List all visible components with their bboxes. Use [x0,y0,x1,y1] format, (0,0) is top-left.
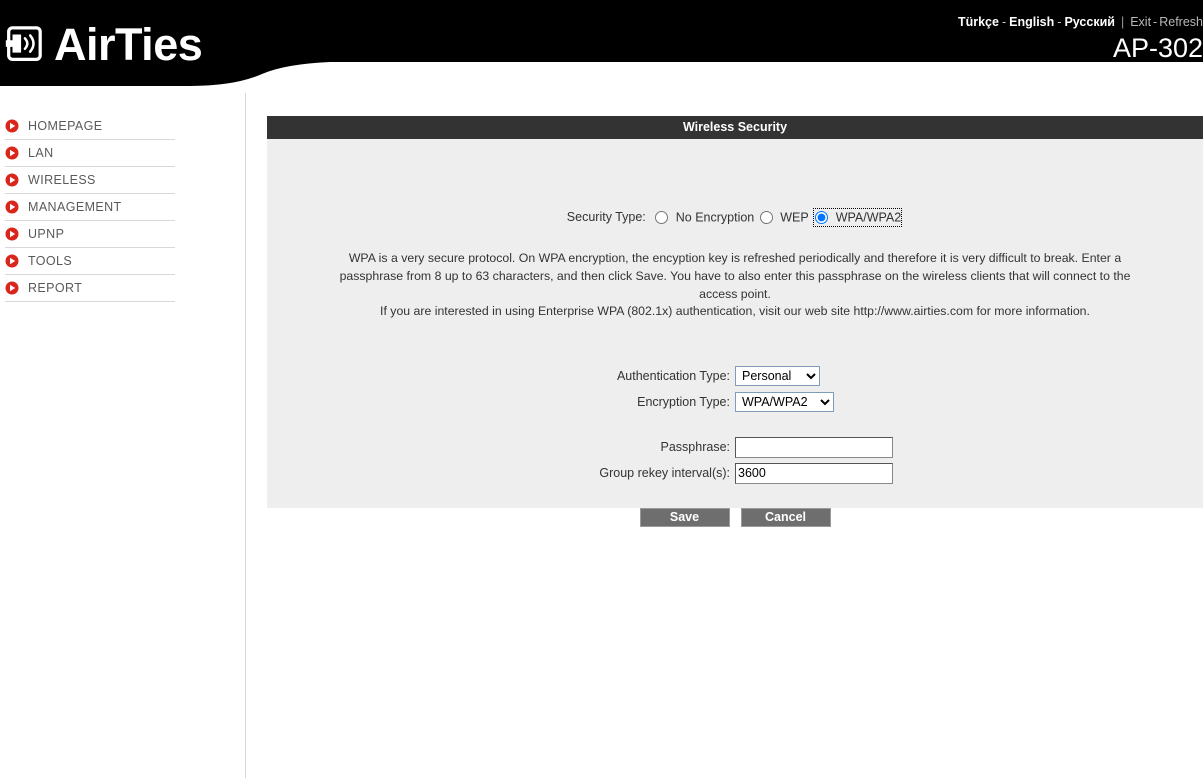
radio-label-wpa-wpa2: WPA/WPA2 [835,210,902,225]
sidebar-item-label: HOMEPAGE [28,119,103,133]
play-circle-icon [5,146,19,160]
wireless-security-panel: Wireless Security Security Type: No Encr… [267,116,1203,527]
security-type-radio-group: No Encryption WEP WPA/WPA2 [655,208,903,227]
brand-name: AirTies [54,19,203,70]
play-circle-icon [5,119,19,133]
device-model-name: AP-302 [1112,33,1203,63]
save-button[interactable]: Save [639,508,730,527]
bar-separator: | [1120,15,1125,29]
cancel-button[interactable]: Cancel [740,508,831,527]
brand-logo[interactable]: AirTies [2,19,203,70]
form-row-passphrase: Passphrase: [267,434,1203,460]
play-circle-icon [5,254,19,268]
language-link-russian[interactable]: Русский [1064,15,1115,29]
play-circle-icon [5,173,19,187]
form-row-group-rekey: Group rekey interval(s): [267,460,1203,486]
wireless-signal-icon [5,25,42,61]
site-header: AirTies Türkçe - English - Русский | Exit - Refr… [0,0,1203,88]
auth-type-select[interactable]: Personal [735,366,820,386]
sidebar-item-report[interactable]: REPORT [5,275,175,302]
form-row-encryption-type: Encryption Type: WPA/WPA2 [267,389,1203,415]
sidebar-divider [245,93,246,778]
sidebar-item-label: LAN [28,146,54,160]
radio-label-wep: WEP [780,210,809,225]
radio-wep[interactable]: WEP [759,210,809,225]
play-circle-icon [5,227,19,241]
sidebar-item-label: WIRELESS [28,173,96,187]
security-type-row: Security Type: No Encryption WEP WPA/WPA… [267,208,1203,227]
form-action-buttons: Save Cancel [267,508,1203,527]
radio-input-no-encryption[interactable] [655,211,669,225]
lang-separator-1: - [1001,15,1007,29]
main-navigation-sidebar: HOMEPAGE LAN WIRELESS MANAGEMENT UPNP TO… [0,113,245,302]
form-row-auth-type: Authentication Type: Personal [267,363,1203,389]
sidebar-item-upnp[interactable]: UPNP [5,221,175,248]
exit-link[interactable]: Exit [1130,15,1151,29]
radio-label-no-encryption: No Encryption [675,210,755,225]
sidebar-item-homepage[interactable]: HOMEPAGE [5,113,175,140]
language-link-english[interactable]: English [1009,15,1054,29]
sidebar-item-label: REPORT [28,281,83,295]
passphrase-label: Passphrase: [660,440,730,454]
sidebar-item-lan[interactable]: LAN [5,140,175,167]
language-link-turkce[interactable]: Türkçe [958,15,999,29]
radio-input-wpa-wpa2[interactable] [815,211,829,225]
sidebar-item-tools[interactable]: TOOLS [5,248,175,275]
language-and-utility-bar: Türkçe - English - Русский | Exit - Refresh [958,15,1203,29]
radio-no-encryption[interactable]: No Encryption [655,210,754,225]
radio-input-wep[interactable] [759,211,773,225]
info-paragraph-secondary: If you are interested in using Enterpris… [380,304,1090,318]
encryption-type-label: Encryption Type: [637,395,730,409]
passphrase-input[interactable] [735,436,893,458]
radio-wpa-wpa2[interactable]: WPA/WPA2 [813,208,903,227]
panel-body: Security Type: No Encryption WEP WPA/WPA… [267,139,1203,527]
encryption-type-select[interactable]: WPA/WPA2 [735,392,834,412]
group-rekey-input[interactable] [735,462,893,484]
info-paragraph-primary: WPA is a very secure protocol. On WPA en… [339,251,1131,301]
refresh-link[interactable]: Refresh [1159,15,1203,29]
page-title: Wireless Security [267,116,1203,139]
lang-separator-2: - [1057,15,1062,29]
security-settings-form: Authentication Type: Personal Encryption… [267,363,1203,486]
play-circle-icon [5,281,19,295]
form-spacer [267,415,1203,434]
group-rekey-label: Group rekey interval(s): [599,466,730,480]
sidebar-item-label: UPNP [28,227,65,241]
sidebar-item-label: MANAGEMENT [28,200,122,214]
auth-type-label: Authentication Type: [616,369,730,383]
sidebar-item-label: TOOLS [28,254,73,268]
play-circle-icon [5,200,19,214]
sidebar-item-wireless[interactable]: WIRELESS [5,167,175,194]
sidebar-item-management[interactable]: MANAGEMENT [5,194,175,221]
security-type-label: Security Type: [566,209,646,224]
util-separator: - [1153,15,1158,29]
